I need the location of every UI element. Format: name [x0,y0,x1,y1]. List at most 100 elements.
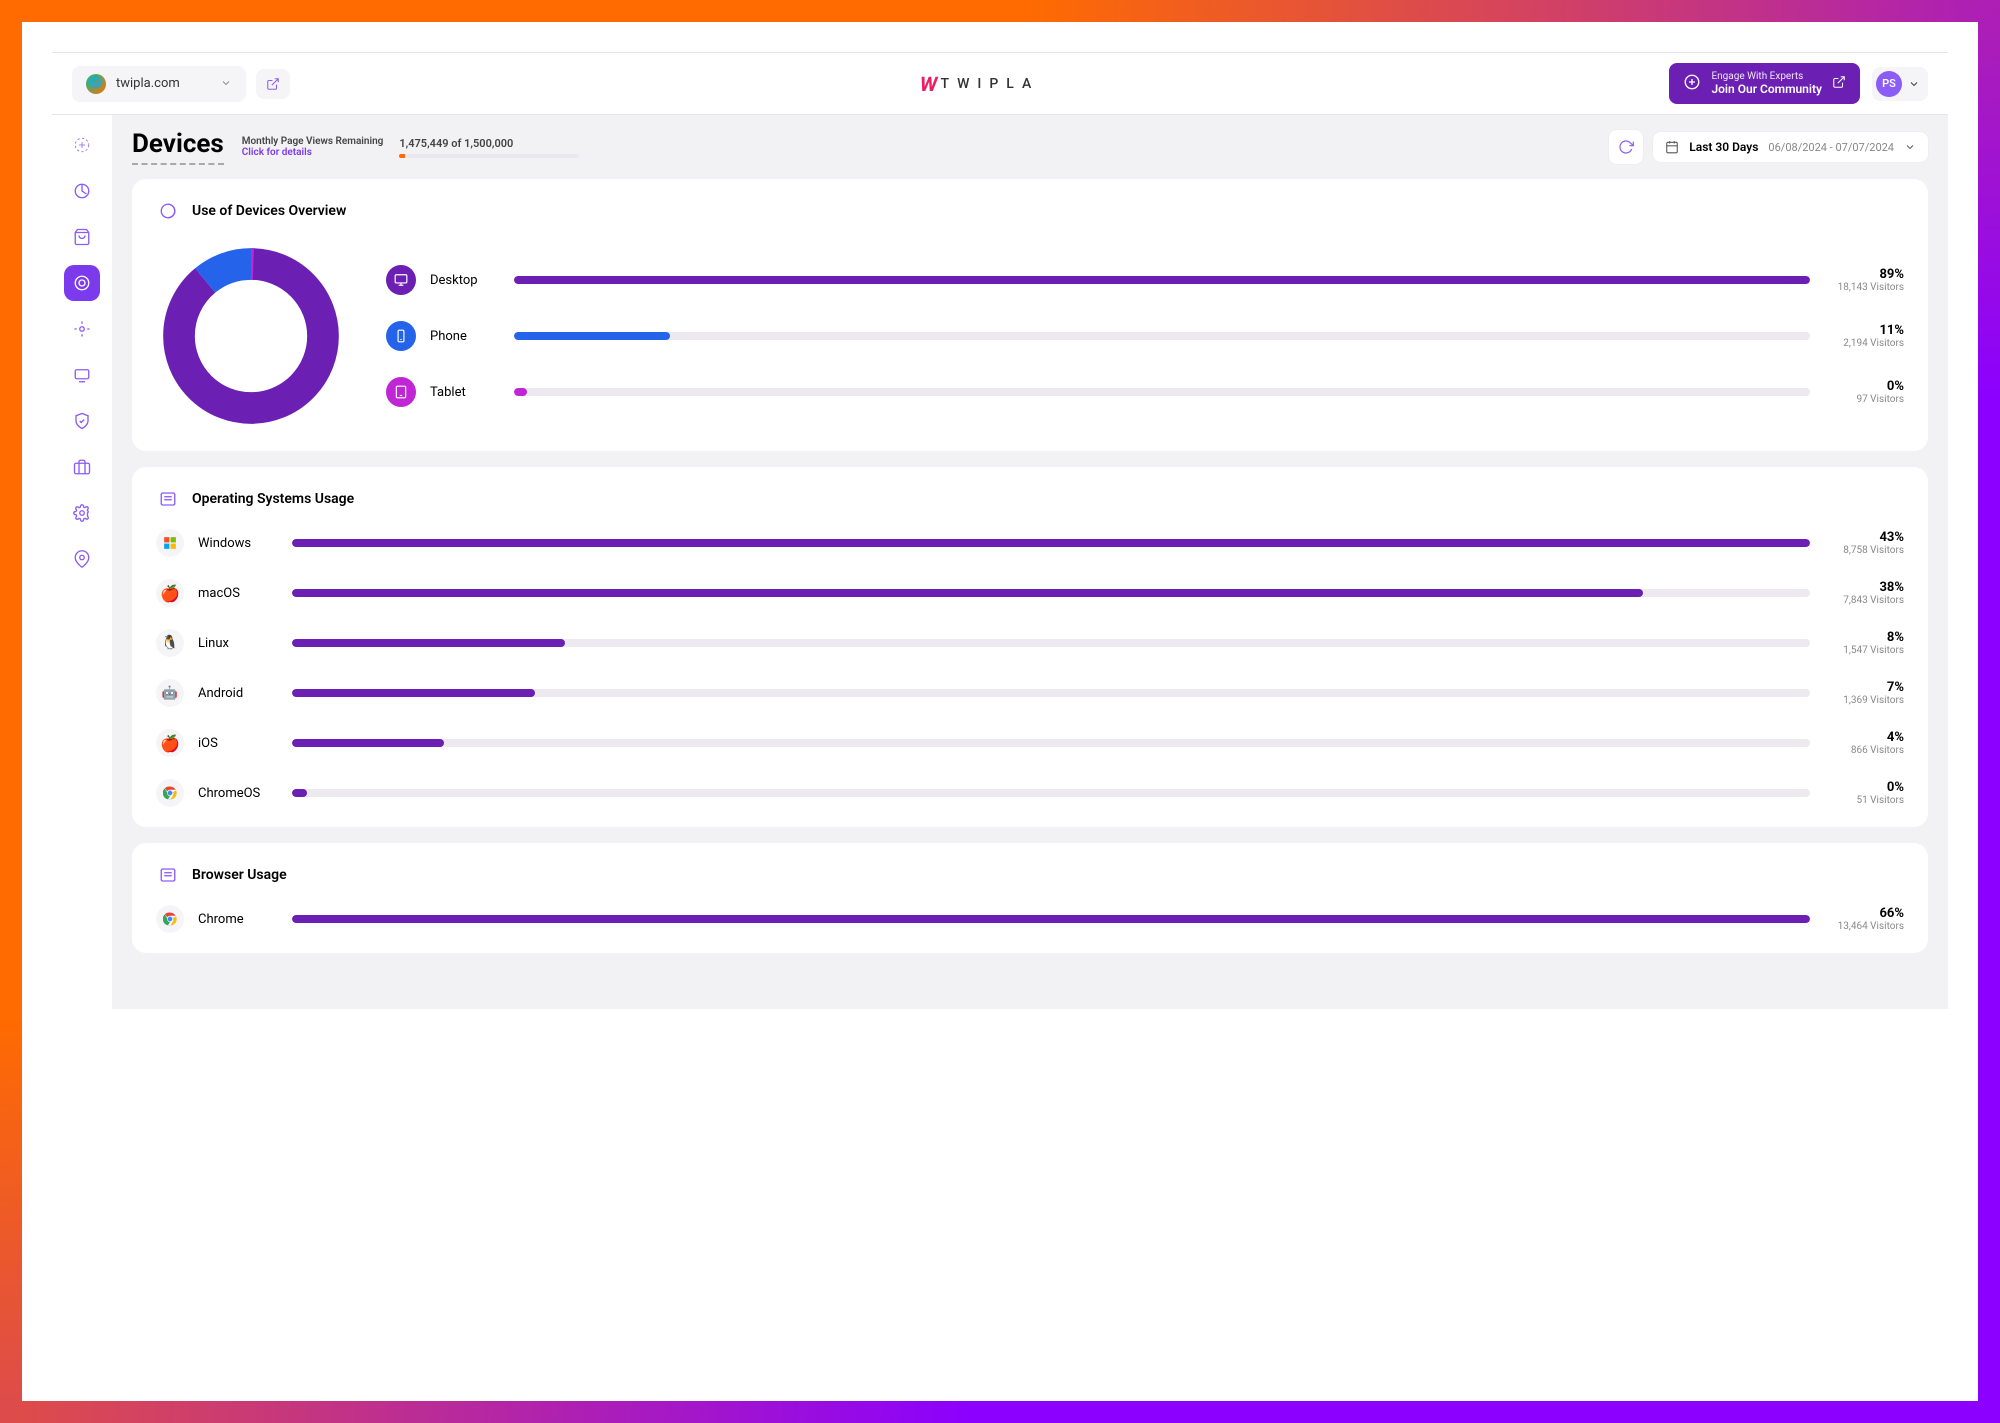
community-banner-button[interactable]: Engage With Experts Join Our Community [1669,63,1860,104]
device-visitors: 2,194 Visitors [1824,338,1904,349]
chevron-down-icon [1908,78,1920,90]
devices-icon [156,199,180,223]
row-stats: 38% 7,843 Visitors [1824,580,1904,606]
sidebar-item-briefcase[interactable] [64,449,100,485]
row-visitors: 866 Visitors [1824,745,1904,756]
chevron-down-icon [220,74,232,93]
sidebar-item-add[interactable] [64,127,100,163]
device-pct: 89% [1824,267,1904,282]
device-label: Phone [430,329,500,344]
devices-overview-card: Use of Devices Overview [132,179,1928,451]
row-pct: 38% [1824,580,1904,595]
row-visitors: 51 Visitors [1824,795,1904,806]
phone-icon [386,321,416,351]
tablet-icon [386,377,416,407]
row-stats: 66% 13,464 Visitors [1824,906,1904,932]
row-visitors: 1,369 Visitors [1824,695,1904,706]
desktop-icon [386,265,416,295]
chevron-down-icon [1904,141,1916,153]
list-icon [156,487,180,511]
page-header: Devices Monthly Page Views Remaining Cli… [132,129,1928,165]
browser-card-title: Browser Usage [192,867,287,883]
browser-usage-card: Browser Usage Chrome 66% 13,464 Visitors [132,843,1928,953]
row-bar [292,689,1810,697]
logo-mark-icon: W [918,72,939,96]
android-icon: 🤖 [156,679,184,707]
device-label: Desktop [430,273,500,288]
site-name: twipla.com [116,76,180,91]
device-stats: 11% 2,194 Visitors [1824,323,1904,349]
row-pct: 4% [1824,730,1904,745]
community-line1: Engage With Experts [1711,71,1822,82]
sidebar-item-dashboard[interactable] [64,173,100,209]
row-stats: 8% 1,547 Visitors [1824,630,1904,656]
row-label: iOS [198,736,278,751]
site-logo-icon: 🌐 [86,74,106,94]
row-visitors: 13,464 Visitors [1824,921,1904,932]
sidebar-item-security[interactable] [64,403,100,439]
refresh-button[interactable] [1609,130,1643,164]
avatar: PS [1876,71,1902,97]
sidebar-item-settings[interactable] [64,495,100,531]
date-range-value: 06/08/2024 - 07/07/2024 [1768,141,1894,154]
devices-card-title: Use of Devices Overview [192,203,346,219]
sidebar-item-chat[interactable] [64,357,100,393]
quota-value: 1,475,449 of 1,500,000 [399,137,579,150]
apple-icon: 🍎 [156,579,184,607]
row-stats: 0% 51 Visitors [1824,780,1904,806]
row-pct: 7% [1824,680,1904,695]
device-bar [514,388,1810,396]
main-content: Devices Monthly Page Views Remaining Cli… [112,115,1948,1009]
row-pct: 0% [1824,780,1904,795]
quota-info-button[interactable]: Monthly Page Views Remaining Click for d… [242,136,384,158]
device-label: Tablet [430,385,500,400]
refresh-icon [1618,139,1634,155]
user-menu-button[interactable]: PS [1872,67,1928,101]
sidebar-item-devices[interactable] [64,265,100,301]
chrome-icon [156,779,184,807]
row-stats: 7% 1,369 Visitors [1824,680,1904,706]
site-selector-dropdown[interactable]: 🌐 twipla.com [72,66,246,102]
quota-cta: Click for details [242,147,384,158]
sidebar-item-location[interactable] [64,541,100,577]
os-card-title: Operating Systems Usage [192,491,354,507]
row-bar [292,539,1810,547]
row-bar [292,589,1810,597]
row-bar [292,915,1810,923]
list-row: 🍎 macOS 38% 7,843 Visitors [156,579,1904,607]
row-label: ChromeOS [198,786,278,801]
list-row: ChromeOS 0% 51 Visitors [156,779,1904,807]
quota-meter: 1,475,449 of 1,500,000 [399,137,579,158]
list-row: 🤖 Android 7% 1,369 Visitors [156,679,1904,707]
sidebar-item-shop[interactable] [64,219,100,255]
quota-progress-bar [399,154,579,158]
row-bar [292,639,1810,647]
device-stats: 0% 97 Visitors [1824,379,1904,405]
calendar-icon [1665,140,1679,154]
page-title: Devices [132,129,224,165]
device-row: Tablet 0% 97 Visitors [386,377,1904,407]
windows-icon [156,529,184,557]
row-pct: 43% [1824,530,1904,545]
row-visitors: 8,758 Visitors [1824,545,1904,556]
community-icon [1683,73,1701,95]
date-range-selector[interactable]: Last 30 Days 06/08/2024 - 07/07/2024 [1653,132,1928,162]
external-link-icon [1832,74,1846,93]
row-label: Chrome [198,912,278,927]
sidebar-item-target[interactable] [64,311,100,347]
row-label: Android [198,686,278,701]
row-stats: 43% 8,758 Visitors [1824,530,1904,556]
device-visitors: 18,143 Visitors [1824,282,1904,293]
row-bar [292,739,1810,747]
community-line2: Join Our Community [1711,82,1822,96]
apple-icon: 🍎 [156,729,184,757]
device-bar [514,276,1810,284]
row-pct: 8% [1824,630,1904,645]
device-pct: 0% [1824,379,1904,394]
device-pct: 11% [1824,323,1904,338]
row-visitors: 1,547 Visitors [1824,645,1904,656]
topbar: 🌐 twipla.com W TWIPLA [52,52,1948,115]
brand-name: TWIPLA [940,76,1039,92]
brand-logo: W TWIPLA [920,72,1039,96]
open-external-button[interactable] [256,69,290,99]
